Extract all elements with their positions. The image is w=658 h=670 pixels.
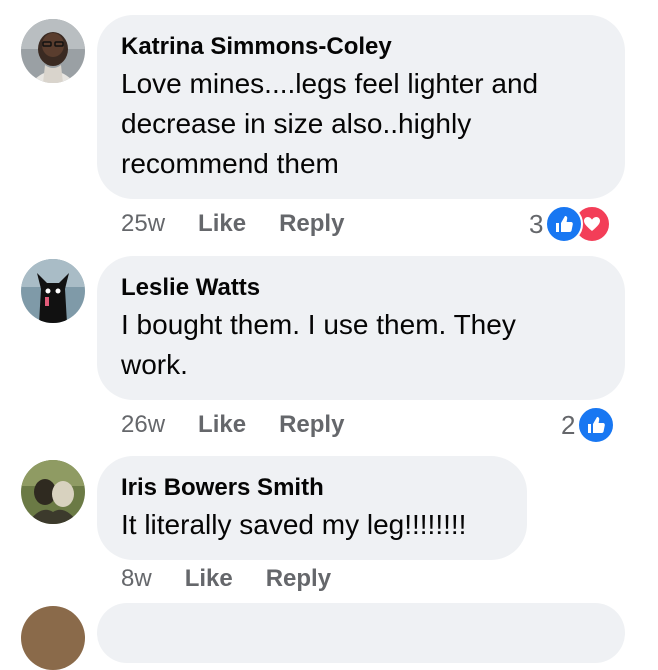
reaction-summary[interactable]: 3	[529, 205, 612, 243]
comment-text: It literally saved my leg!!!!!!!!	[121, 509, 467, 540]
comment-bubble: Katrina Simmons-Coley Love mines....legs…	[97, 15, 625, 199]
comment-bubble: Iris Bowers Smith It literally saved my …	[97, 456, 527, 560]
comment-meta: 26w Like Reply	[121, 410, 377, 440]
reply-button[interactable]: Reply	[266, 565, 331, 593]
like-button[interactable]: Like	[198, 210, 246, 238]
avatar[interactable]	[21, 19, 85, 83]
like-icon	[577, 406, 616, 444]
comment-author[interactable]: Leslie Watts	[121, 271, 601, 305]
reaction-summary[interactable]: 2	[561, 406, 616, 444]
comment-timestamp[interactable]: 8w	[121, 565, 152, 593]
comment-bubble: Leslie Watts I bought them. I use them. …	[97, 256, 625, 400]
reply-button[interactable]: Reply	[279, 411, 344, 439]
reaction-count: 2	[561, 409, 576, 440]
avatar-photo	[21, 259, 85, 323]
avatar[interactable]	[21, 460, 85, 524]
avatar[interactable]	[21, 259, 85, 323]
reply-button[interactable]: Reply	[279, 210, 344, 238]
reaction-count: 3	[529, 208, 544, 239]
like-button[interactable]: Like	[185, 565, 233, 593]
comment-timestamp[interactable]: 25w	[121, 210, 165, 238]
comment-meta: 8w Like Reply	[121, 564, 364, 594]
comment-author[interactable]: Katrina Simmons-Coley	[121, 30, 601, 64]
like-button[interactable]: Like	[198, 411, 246, 439]
avatar-photo	[21, 460, 85, 524]
comment-text: Love mines....legs feel lighter and decr…	[121, 68, 539, 179]
comment-timestamp[interactable]: 26w	[121, 411, 165, 439]
comment-author[interactable]: Iris Bowers Smith	[121, 471, 503, 505]
avatar[interactable]	[21, 606, 85, 670]
comment-bubble	[97, 603, 625, 663]
comment-text: I bought them. I use them. They work.	[121, 309, 516, 380]
avatar-photo	[21, 19, 85, 83]
comment-meta: 25w Like Reply	[121, 209, 377, 239]
